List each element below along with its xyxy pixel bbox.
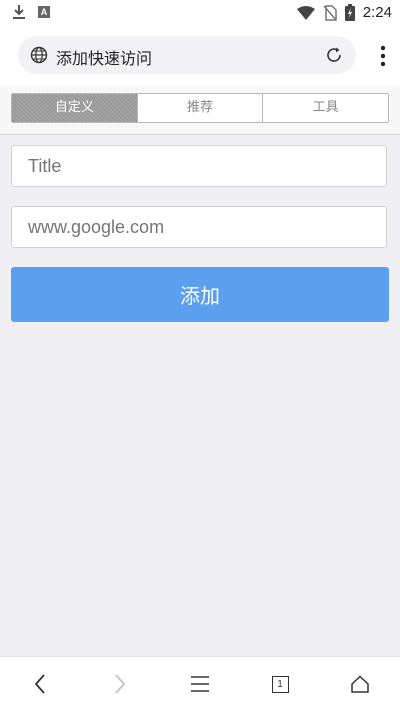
tabs-area: 自定义 推荐 工具 bbox=[0, 86, 400, 135]
menu-icon bbox=[191, 676, 209, 692]
home-icon bbox=[351, 675, 369, 693]
no-sim-icon bbox=[323, 4, 337, 21]
text-a-icon: A bbox=[38, 6, 50, 18]
bottom-nav: 1 bbox=[0, 656, 400, 711]
wifi-icon bbox=[296, 5, 315, 20]
battery-charging-icon bbox=[344, 4, 355, 21]
tab-custom[interactable]: 自定义 bbox=[12, 94, 137, 122]
add-button[interactable]: 添加 bbox=[11, 267, 389, 322]
globe-icon bbox=[30, 46, 48, 64]
tab-recommended[interactable]: 推荐 bbox=[136, 94, 263, 122]
tab-tools[interactable]: 工具 bbox=[262, 94, 388, 122]
clock: 2:24 bbox=[362, 4, 392, 21]
segmented-control: 自定义 推荐 工具 bbox=[11, 93, 389, 123]
address-bar[interactable]: 添加快速访问 bbox=[18, 36, 356, 74]
back-icon bbox=[34, 674, 45, 694]
url-input[interactable] bbox=[11, 206, 387, 248]
home-button[interactable] bbox=[340, 664, 380, 704]
overflow-menu-icon[interactable] bbox=[380, 44, 386, 68]
reload-icon[interactable] bbox=[324, 45, 344, 65]
title-input[interactable] bbox=[11, 145, 387, 187]
download-icon bbox=[13, 5, 25, 19]
address-text: 添加快速访问 bbox=[56, 49, 153, 68]
forward-button[interactable] bbox=[100, 664, 140, 704]
status-bar: A 2:24 bbox=[0, 0, 400, 26]
browser-toolbar: 添加快速访问 bbox=[0, 26, 400, 86]
tabs-button[interactable]: 1 bbox=[260, 664, 300, 704]
tabs-icon: 1 bbox=[271, 675, 289, 693]
menu-button[interactable] bbox=[180, 664, 220, 704]
back-button[interactable] bbox=[20, 664, 60, 704]
forward-icon bbox=[115, 674, 126, 694]
